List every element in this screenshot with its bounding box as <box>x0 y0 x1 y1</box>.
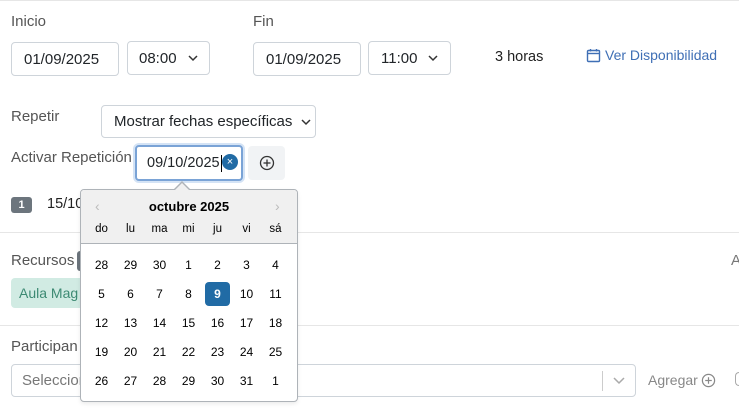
calendar-day[interactable]: 6 <box>118 282 143 306</box>
weekday-label: sá <box>269 223 282 235</box>
weekday-label: ma <box>151 223 168 235</box>
add-participant-label: Agregar <box>648 372 698 388</box>
datepicker-month-label: octubre 2025 <box>148 199 230 214</box>
add-participant-button[interactable]: Agregar <box>648 372 716 388</box>
participants-placeholder: Seleccion <box>22 372 88 389</box>
cut-off-button[interactable] <box>735 372 739 386</box>
calendar-day[interactable]: 25 <box>263 340 288 364</box>
add-date-button[interactable] <box>248 146 285 180</box>
resource-tag-label: Aula Mag <box>19 285 79 301</box>
calendar-day[interactable]: 24 <box>234 340 259 364</box>
chevron-down-icon <box>428 55 438 62</box>
calendar-day[interactable]: 18 <box>263 311 288 335</box>
calendar-day[interactable]: 9 <box>205 282 230 306</box>
availability-link[interactable]: Ver Disponibilidad <box>586 47 717 63</box>
chevron-down-icon <box>188 55 198 62</box>
calendar-day[interactable]: 4 <box>263 253 288 277</box>
datepicker-popup: ‹ octubre 2025 › do lu ma mi ju vi sá 28… <box>80 189 298 402</box>
resources-right-label: A <box>731 252 739 269</box>
top-divider <box>0 0 739 1</box>
select-separator <box>602 371 603 391</box>
weekday-label: ju <box>213 223 222 235</box>
calendar-day[interactable]: 1 <box>176 253 201 277</box>
calendar-day[interactable]: 29 <box>176 369 201 393</box>
calendar-day[interactable]: 15 <box>176 311 201 335</box>
weekday-label: mi <box>182 223 195 235</box>
end-time-select[interactable]: 11:00 <box>368 41 451 75</box>
start-date-input[interactable]: 01/09/2025 <box>11 42 119 76</box>
next-month-icon[interactable]: › <box>275 198 280 214</box>
repeat-date-value: 09/10/2025 <box>147 155 220 171</box>
calendar-day[interactable]: 30 <box>205 369 230 393</box>
calendar-day[interactable]: 7 <box>147 282 172 306</box>
weekday-label: lu <box>126 223 135 235</box>
calendar-day[interactable]: 12 <box>89 311 114 335</box>
calendar-day[interactable]: 28 <box>89 253 114 277</box>
calendar-day[interactable]: 28 <box>147 369 172 393</box>
plus-circle-icon <box>259 155 274 171</box>
calendar-day[interactable]: 23 <box>205 340 230 364</box>
plus-circle-icon <box>701 373 716 387</box>
start-date-value: 01/09/2025 <box>24 50 100 68</box>
participants-label: Participan <box>11 338 78 355</box>
clear-date-icon[interactable]: × <box>222 154 238 170</box>
end-date-input[interactable]: 01/09/2025 <box>253 42 361 76</box>
calendar-day[interactable]: 26 <box>89 369 114 393</box>
calendar-day[interactable]: 13 <box>118 311 143 335</box>
activate-repeat-label: Activar Repetición <box>11 149 132 166</box>
repeat-mode-value: Mostrar fechas específicas <box>114 113 293 130</box>
end-label: Fin <box>253 13 274 30</box>
repeat-mode-select[interactable]: Mostrar fechas específicas <box>101 105 316 138</box>
start-time-select[interactable]: 08:00 <box>127 41 210 75</box>
calendar-day[interactable]: 31 <box>234 369 259 393</box>
calendar-day[interactable]: 19 <box>89 340 114 364</box>
chevron-down-icon[interactable] <box>612 375 626 387</box>
datepicker-header: ‹ octubre 2025 › do lu ma mi ju vi sá <box>81 190 297 244</box>
end-time-value: 11:00 <box>381 49 418 67</box>
calendar-day[interactable]: 8 <box>176 282 201 306</box>
resource-tag[interactable]: Aula Mag <box>11 278 86 308</box>
calendar-day[interactable]: 29 <box>118 253 143 277</box>
calendar-day[interactable]: 17 <box>234 311 259 335</box>
datepicker-caret-inner <box>175 183 189 190</box>
duration-text: 3 horas <box>495 49 544 65</box>
chevron-down-icon <box>301 118 311 125</box>
repeat-label: Repetir <box>11 108 60 125</box>
repeat-date-item: 15/10 <box>47 196 84 212</box>
start-label: Inicio <box>11 13 47 30</box>
calendar-day[interactable]: 21 <box>147 340 172 364</box>
availability-link-label: Ver Disponibilidad <box>605 47 718 63</box>
calendar-day[interactable]: 20 <box>118 340 143 364</box>
calendar-icon <box>586 48 601 62</box>
calendar-day[interactable]: 14 <box>147 311 172 335</box>
calendar-day[interactable]: 2 <box>205 253 230 277</box>
resources-label: Recursos <box>11 252 75 269</box>
end-date-value: 01/09/2025 <box>266 50 342 68</box>
calendar-day[interactable]: 16 <box>205 311 230 335</box>
repeat-count-badge: 1 <box>11 197 32 213</box>
weekday-label: do <box>95 223 108 235</box>
calendar-day[interactable]: 11 <box>263 282 288 306</box>
calendar-day[interactable]: 1 <box>263 369 288 393</box>
calendar-day[interactable]: 27 <box>118 369 143 393</box>
calendar-day[interactable]: 10 <box>234 282 259 306</box>
calendar-day[interactable]: 3 <box>234 253 259 277</box>
weekday-label: vi <box>242 223 251 235</box>
calendar-day[interactable]: 22 <box>176 340 201 364</box>
start-time-value: 08:00 <box>139 49 177 67</box>
calendar-day[interactable]: 30 <box>147 253 172 277</box>
calendar-day[interactable]: 5 <box>89 282 114 306</box>
